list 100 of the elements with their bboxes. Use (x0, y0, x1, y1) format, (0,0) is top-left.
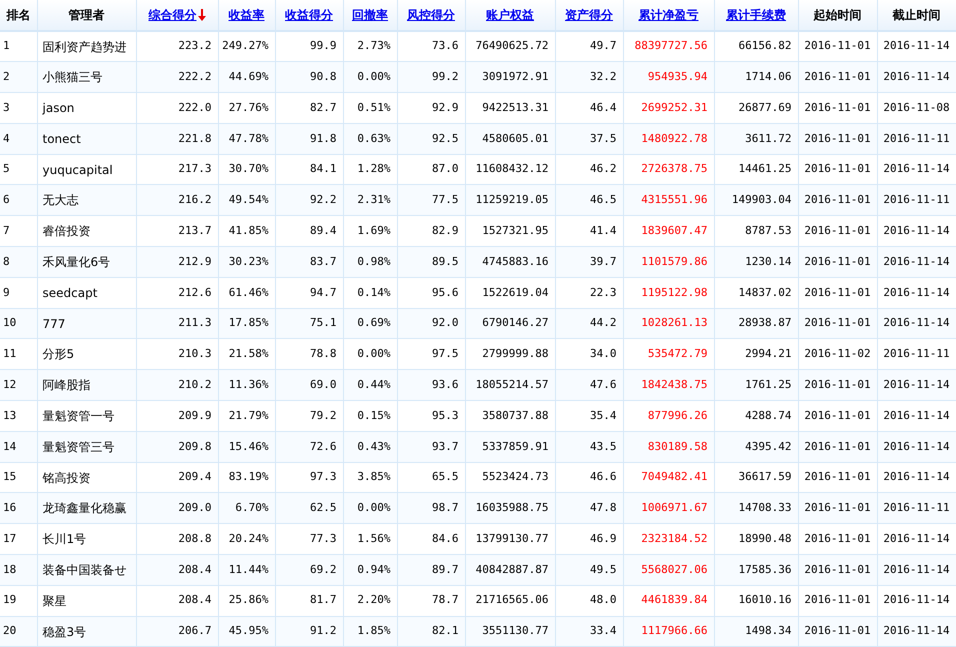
table-cell: 0.63% (343, 123, 397, 154)
table-cell: 4288.74 (714, 400, 798, 432)
table-cell: 1101579.86 (623, 246, 714, 278)
table-cell: 0.51% (343, 92, 397, 124)
table-cell: 39.7 (555, 246, 623, 278)
table-cell: 21.79% (218, 400, 275, 432)
table-cell: 1117966.66 (623, 616, 714, 647)
sort-link[interactable]: 累计手续费 (726, 6, 786, 24)
table-cell: 2016-11-01 (798, 246, 877, 278)
table-cell: 81.7 (275, 585, 343, 616)
table-cell: 92.5 (397, 123, 465, 154)
table-cell: 27.76% (218, 92, 275, 124)
table-cell: 3580737.88 (465, 400, 555, 432)
table-cell: 禾风量化6号 (37, 246, 136, 278)
table-cell: 4 (0, 123, 37, 154)
table-cell: 37.5 (555, 123, 623, 154)
table-cell: 装备中国装备せ (37, 554, 136, 586)
table-cell: 2016-11-01 (798, 92, 877, 124)
table-cell: 47.78% (218, 123, 275, 154)
table-cell: 212.9 (136, 246, 218, 278)
table-cell: 48.0 (555, 585, 623, 616)
table-cell: 20 (0, 616, 37, 647)
table-cell: 2016-11-14 (877, 400, 956, 432)
table-cell: 量魁资管三号 (37, 431, 136, 462)
table-cell: 0.14% (343, 277, 397, 308)
table-cell: 17585.36 (714, 554, 798, 586)
table-cell: 82.1 (397, 616, 465, 647)
table-cell: 2016-11-01 (798, 123, 877, 154)
table-cell: 33.4 (555, 616, 623, 647)
table-cell: 2016-11-01 (798, 400, 877, 432)
column-header[interactable]: 累计手续费 (714, 0, 798, 31)
table-cell: 0.98% (343, 246, 397, 278)
table-cell: 209.9 (136, 400, 218, 432)
table-cell: 3551130.77 (465, 616, 555, 647)
table-cell: 5568027.06 (623, 554, 714, 586)
table-cell: 18 (0, 554, 37, 586)
table-cell: 2.20% (343, 585, 397, 616)
table-cell: 19 (0, 585, 37, 616)
table-cell: 79.2 (275, 400, 343, 432)
table-cell: 0.94% (343, 554, 397, 586)
table-cell: 95.3 (397, 400, 465, 432)
header-label: 管理者 (68, 7, 104, 24)
table-cell: 95.6 (397, 277, 465, 308)
table-cell: 206.7 (136, 616, 218, 647)
table-cell: 46.4 (555, 92, 623, 124)
table-cell: 0.15% (343, 400, 397, 432)
table-cell: 91.2 (275, 616, 343, 647)
table-cell: 78.7 (397, 585, 465, 616)
table-cell: 61.46% (218, 277, 275, 308)
table-cell: 量魁资管一号 (37, 400, 136, 432)
table-cell: 1.85% (343, 616, 397, 647)
table-cell: 877996.26 (623, 400, 714, 432)
table-cell: 8 (0, 246, 37, 278)
table-cell: 208.4 (136, 554, 218, 586)
table-cell: 1480922.78 (623, 123, 714, 154)
table-cell: 2016-11-14 (877, 616, 956, 647)
table-cell: 4461839.84 (623, 585, 714, 616)
table-cell: 13 (0, 400, 37, 432)
table-cell: 94.7 (275, 277, 343, 308)
table-cell: 45.95% (218, 616, 275, 647)
table-cell: 4580605.01 (465, 123, 555, 154)
table-cell: 1195122.98 (623, 277, 714, 308)
table-cell: 16010.16 (714, 585, 798, 616)
table-cell: 91.8 (275, 123, 343, 154)
table-cell: 稳盈3号 (37, 616, 136, 647)
header-label: 截止时间 (892, 7, 940, 24)
table-cell: 2016-11-01 (798, 585, 877, 616)
table-cell: 2016-11-01 (798, 277, 877, 308)
table-cell: 2016-11-14 (877, 554, 956, 586)
table-cell: 212.6 (136, 277, 218, 308)
table-cell: 30.23% (218, 246, 275, 278)
table-cell: 89.5 (397, 246, 465, 278)
table-cell: 9422513.31 (465, 92, 555, 124)
table-cell: 2016-11-01 (798, 431, 877, 462)
table-cell: 22.3 (555, 277, 623, 308)
table-cell: 2016-11-11 (877, 123, 956, 154)
table-cell: 14837.02 (714, 277, 798, 308)
table-cell: 11.44% (218, 554, 275, 586)
table-cell: 5337859.91 (465, 431, 555, 462)
table-cell: 43.5 (555, 431, 623, 462)
table-cell: 14 (0, 431, 37, 462)
table-cell: 4745883.16 (465, 246, 555, 278)
table-cell: jason (37, 92, 136, 124)
table-cell: 1498.34 (714, 616, 798, 647)
table-cell: 2016-11-14 (877, 431, 956, 462)
table-cell: 830189.58 (623, 431, 714, 462)
table-cell: 35.4 (555, 400, 623, 432)
table-cell: 222.0 (136, 92, 218, 124)
table-cell: 4395.42 (714, 431, 798, 462)
table-cell: 221.8 (136, 123, 218, 154)
table-cell: 72.6 (275, 431, 343, 462)
table-cell: 21716565.06 (465, 585, 555, 616)
table-cell: 2016-11-14 (877, 246, 956, 278)
table-cell: 0.43% (343, 431, 397, 462)
header-label: 排名 (6, 7, 30, 24)
table-cell: 83.7 (275, 246, 343, 278)
header-label: 起始时间 (814, 7, 862, 24)
table-cell: 15.46% (218, 431, 275, 462)
sort-down-arrow-icon (198, 9, 206, 21)
table-cell: 40842887.87 (465, 554, 555, 586)
